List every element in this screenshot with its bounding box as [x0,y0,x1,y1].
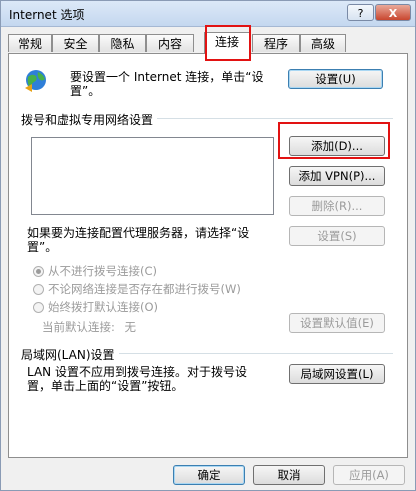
globe-network-icon [23,68,49,94]
close-button[interactable]: X [375,4,411,21]
lan-text-line2: 置，单击上面的“设置”按钮。 [27,379,184,393]
proxy-description: 如果要为连接配置代理服务器，请选择“设 置”。 [27,226,282,254]
radio-always-default[interactable]: 始终拨打默认连接(O) [33,299,158,315]
proxy-text-line2: 置”。 [27,240,58,254]
dialup-group-label: 拨号和虚拟专用网络设置 [21,111,158,128]
lan-description: LAN 设置不应用到拨号连接。对于拨号设 置，单击上面的“设置”按钮。 [27,365,282,393]
radio-never-dial[interactable]: 从不进行拨号连接(C) [33,263,157,279]
proxy-text-line1: 如果要为连接配置代理服务器，请选择“设 [27,226,250,240]
tab-privacy[interactable]: 隐私 [99,34,146,52]
radio-circle[interactable] [33,284,44,295]
radio-circle[interactable] [33,266,44,277]
tab-general[interactable]: 常规 [8,34,52,52]
apply-button[interactable]: 应用(A) [333,465,405,485]
tab-content[interactable]: 内容 [146,34,194,52]
connections-panel: 要设置一个 Internet 连接，单击“设 置”。 设置(U) 拨号和虚拟专用… [8,53,408,458]
connections-listbox[interactable] [31,137,274,215]
radio-label: 从不进行拨号连接(C) [48,264,158,278]
radio-label: 始终拨打默认连接(O) [48,300,159,314]
radio-dial-whenever[interactable]: 不论网络连接是否存在都进行拨号(W) [33,281,241,297]
lan-group-label: 局域网(LAN)设置 [21,346,119,363]
ok-button[interactable]: 确定 [173,465,245,485]
current-default-value: 无 [124,320,137,334]
setup-text-line2: 置”。 [70,84,101,98]
tab-connections[interactable]: 连接 [204,32,250,54]
cancel-button[interactable]: 取消 [253,465,325,485]
internet-options-dialog: Internet 选项 ? X 常规 安全 隐私 内容 连接 程序 高级 要设置… [0,0,416,491]
tab-programs[interactable]: 程序 [252,34,300,52]
window-title: Internet 选项 [9,8,85,22]
lan-settings-button[interactable]: 局域网设置(L) [289,364,385,384]
setup-button[interactable]: 设置(U) [288,69,383,89]
proxy-settings-button[interactable]: 设置(S) [289,226,385,246]
help-button[interactable]: ? [347,4,374,21]
current-default-connection: 当前默认连接: 无 [42,319,136,335]
add-connection-button[interactable]: 添加(D)... [289,136,385,156]
tab-advanced[interactable]: 高级 [300,34,346,52]
setup-text-line1: 要设置一个 Internet 连接，单击“设 [70,70,264,84]
title-bar: Internet 选项 ? X [1,1,415,27]
radio-label: 不论网络连接是否存在都进行拨号(W) [48,282,241,296]
tab-strip: 常规 安全 隐私 内容 连接 程序 高级 [8,32,408,54]
set-default-button[interactable]: 设置默认值(E) [289,313,385,333]
tab-security[interactable]: 安全 [52,34,99,52]
add-vpn-button[interactable]: 添加 VPN(P)... [289,166,385,186]
current-default-label: 当前默认连接: [42,320,115,334]
setup-description: 要设置一个 Internet 连接，单击“设 置”。 [70,70,270,98]
lan-text-line1: LAN 设置不应用到拨号连接。对于拨号设 [27,365,247,379]
radio-circle[interactable] [33,302,44,313]
remove-button[interactable]: 删除(R)... [289,196,385,216]
